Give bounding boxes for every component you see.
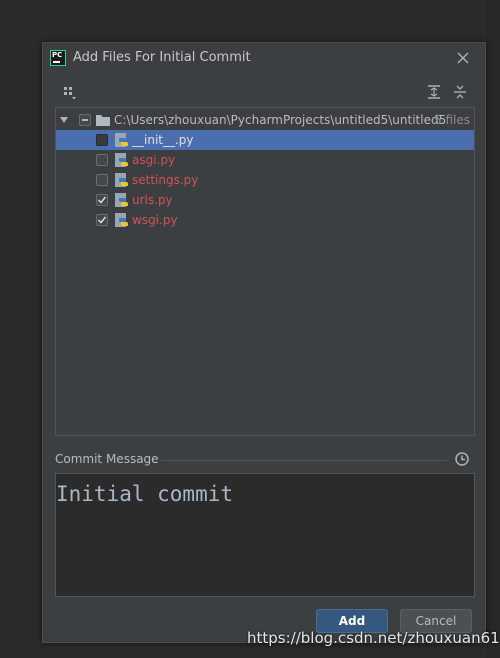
expand-all-button[interactable] [426, 84, 442, 100]
file-name: urls.py [132, 193, 173, 207]
file-row-wsgi[interactable]: wsgi.py [56, 210, 474, 230]
commit-message-label: Commit Message [55, 452, 159, 466]
app-logo-icon: PC [50, 50, 66, 66]
python-file-icon [115, 173, 128, 187]
file-name: __init__.py [132, 133, 194, 147]
root-checkbox[interactable] [79, 114, 91, 126]
file-row-urls[interactable]: urls.py [56, 190, 474, 210]
file-checkbox[interactable] [96, 134, 108, 146]
dialog-titlebar: PC Add Files For Initial Commit [43, 43, 485, 73]
python-file-icon [115, 153, 128, 167]
file-checkbox[interactable] [96, 174, 108, 186]
group-by-button[interactable] [62, 85, 78, 101]
history-icon [455, 452, 469, 466]
commit-message-input[interactable]: Initial commit [55, 473, 475, 597]
add-files-dialog: PC Add Files For Initial Commit C:\Users… [42, 42, 486, 643]
python-file-icon [115, 193, 128, 207]
file-count: 5 files [434, 113, 470, 127]
collapse-arrow-icon[interactable] [59, 115, 69, 125]
file-name: asgi.py [132, 153, 176, 167]
changes-tree[interactable]: C:\Users\zhouxuan\PycharmProjects\untitl… [55, 107, 475, 436]
python-file-icon [115, 133, 128, 147]
separator [161, 460, 447, 461]
collapse-all-button[interactable] [452, 84, 468, 100]
collapse-all-icon [454, 85, 466, 99]
file-checkbox[interactable] [96, 214, 108, 226]
dialog-title: Add Files For Initial Commit [73, 50, 251, 65]
file-row-settings[interactable]: settings.py [56, 170, 474, 190]
close-icon [457, 52, 469, 64]
file-checkbox[interactable] [96, 194, 108, 206]
background-edge [486, 0, 500, 658]
file-row-init[interactable]: __init__.py [56, 130, 474, 150]
python-file-icon [115, 213, 128, 227]
root-path: C:\Users\zhouxuan\PycharmProjects\untitl… [114, 113, 447, 127]
close-button[interactable] [453, 48, 473, 68]
folder-icon [96, 115, 110, 126]
checkmark-icon [97, 196, 107, 204]
file-name: settings.py [132, 173, 199, 187]
file-row-asgi[interactable]: asgi.py [56, 150, 474, 170]
history-button[interactable] [454, 451, 470, 467]
file-checkbox[interactable] [96, 154, 108, 166]
checkmark-icon [97, 216, 107, 224]
file-name: wsgi.py [132, 213, 178, 227]
group-by-icon [64, 87, 76, 100]
expand-all-icon [428, 85, 440, 99]
watermark-url: https://blog.csdn.net/zhouxuan612 [247, 629, 500, 647]
tree-root-row[interactable]: C:\Users\zhouxuan\PycharmProjects\untitl… [56, 110, 474, 130]
